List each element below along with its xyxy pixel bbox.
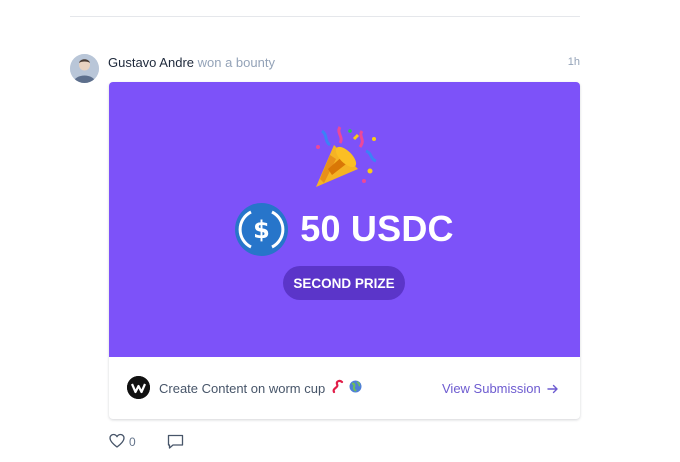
post-header: Gustavo Andre won a bounty 1h [70, 54, 580, 84]
svg-text:$: $ [253, 216, 270, 244]
listing-logo [127, 376, 150, 399]
avatar-image [70, 54, 99, 83]
prize-rank-badge: SECOND PRIZE [283, 266, 405, 300]
post-actions: 0 [109, 433, 309, 453]
feed-divider [70, 16, 580, 17]
post-author-line: Gustavo Andre won a bounty [108, 55, 275, 70]
comment-icon[interactable] [167, 434, 184, 450]
prize-banner: $ 50 USDC SECOND PRIZE [109, 82, 580, 357]
like-count: 0 [129, 435, 136, 449]
listing-title[interactable]: Create Content on worm cup [159, 381, 325, 396]
prize-amount: 50 USDC [300, 208, 454, 249]
avatar[interactable] [70, 54, 99, 83]
party-popper-icon [316, 126, 377, 187]
heart-icon[interactable] [109, 433, 125, 449]
arrow-right-icon[interactable] [547, 383, 559, 395]
view-submission-link[interactable]: View Submission [442, 381, 541, 396]
card-footer: Create Content on worm cup View Submissi… [109, 357, 580, 419]
usdc-icon: $ [235, 202, 289, 256]
worm-emoji-icon [332, 379, 344, 394]
user-name[interactable]: Gustavo Andre [108, 55, 194, 70]
prize-row: $ 50 USDC [109, 202, 580, 256]
globe-emoji-icon [349, 380, 362, 393]
post-action-text: won a bounty [197, 55, 275, 70]
bounty-win-card[interactable]: $ 50 USDC SECOND PRIZE Create Content on… [109, 82, 580, 419]
worm-logo-icon [127, 376, 150, 399]
post-timestamp: 1h [567, 56, 580, 68]
